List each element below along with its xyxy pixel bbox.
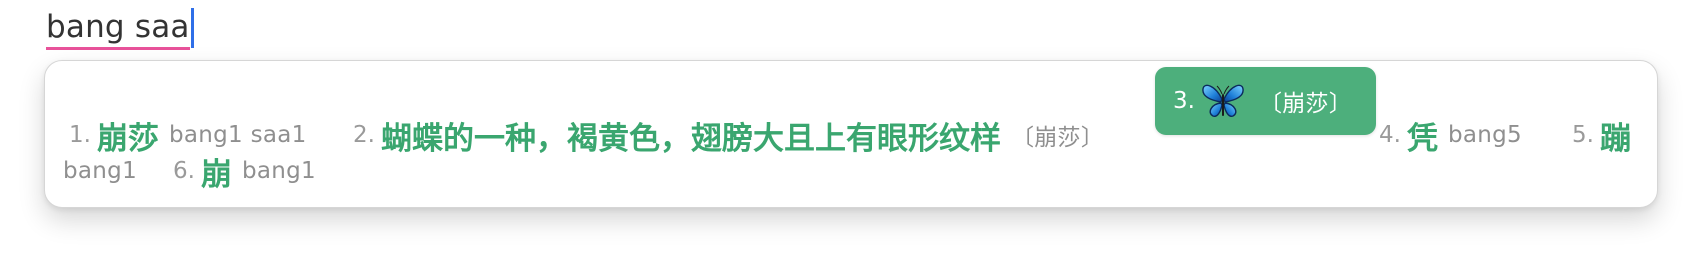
candidate-index: 3. xyxy=(1173,88,1195,114)
candidate-comment: 〔崩莎〕 xyxy=(1258,91,1353,117)
butterfly-icon xyxy=(1201,81,1245,121)
candidate-comment: bang1 xyxy=(241,158,316,184)
candidate-3-selected[interactable]: 3. 〔崩莎〕 xyxy=(1155,67,1377,135)
candidate-index: 1. xyxy=(69,122,91,148)
preedit-text: bang saa xyxy=(46,7,190,50)
candidate-6[interactable]: 6. 崩 bang1 xyxy=(173,153,316,193)
candidate-comment: 〔崩莎〕 xyxy=(1010,125,1105,151)
candidate-5[interactable]: 5. 蹦 xyxy=(1572,93,1641,177)
candidate-word: 崩 xyxy=(200,156,232,193)
candidate-comment: bang1 xyxy=(63,158,138,184)
candidate-comment: bang5 xyxy=(1447,122,1522,148)
candidate-2[interactable]: 2. 蝴蝶的一种，褐黄色，翅膀大且上有眼形纹样 〔崩莎〕 xyxy=(353,93,1104,177)
text-caret xyxy=(190,8,194,48)
candidate-5-comment-wrap[interactable]: bang1 xyxy=(63,153,137,189)
candidate-panel: 1. 崩莎 bang1 saa1 2. 蝴蝶的一种，褐黄色，翅膀大且上有眼形纹样… xyxy=(44,60,1658,208)
candidate-word: 凭 xyxy=(1406,120,1438,157)
candidate-index: 2. xyxy=(353,122,375,148)
candidate-index: 5. xyxy=(1572,122,1594,148)
candidate-index: 6. xyxy=(173,158,195,184)
candidate-word: 蹦 xyxy=(1599,120,1631,157)
candidate-word: 蝴蝶的一种，褐黄色，翅膀大且上有眼形纹样 xyxy=(380,120,1001,157)
candidate-4[interactable]: 4. 凭 bang5 xyxy=(1379,93,1522,177)
candidate-index: 4. xyxy=(1379,122,1401,148)
preedit-area[interactable]: bang saa xyxy=(46,6,194,50)
candidate-word: 崩莎 xyxy=(96,120,159,157)
candidate-comment: bang1 saa1 xyxy=(168,122,307,148)
